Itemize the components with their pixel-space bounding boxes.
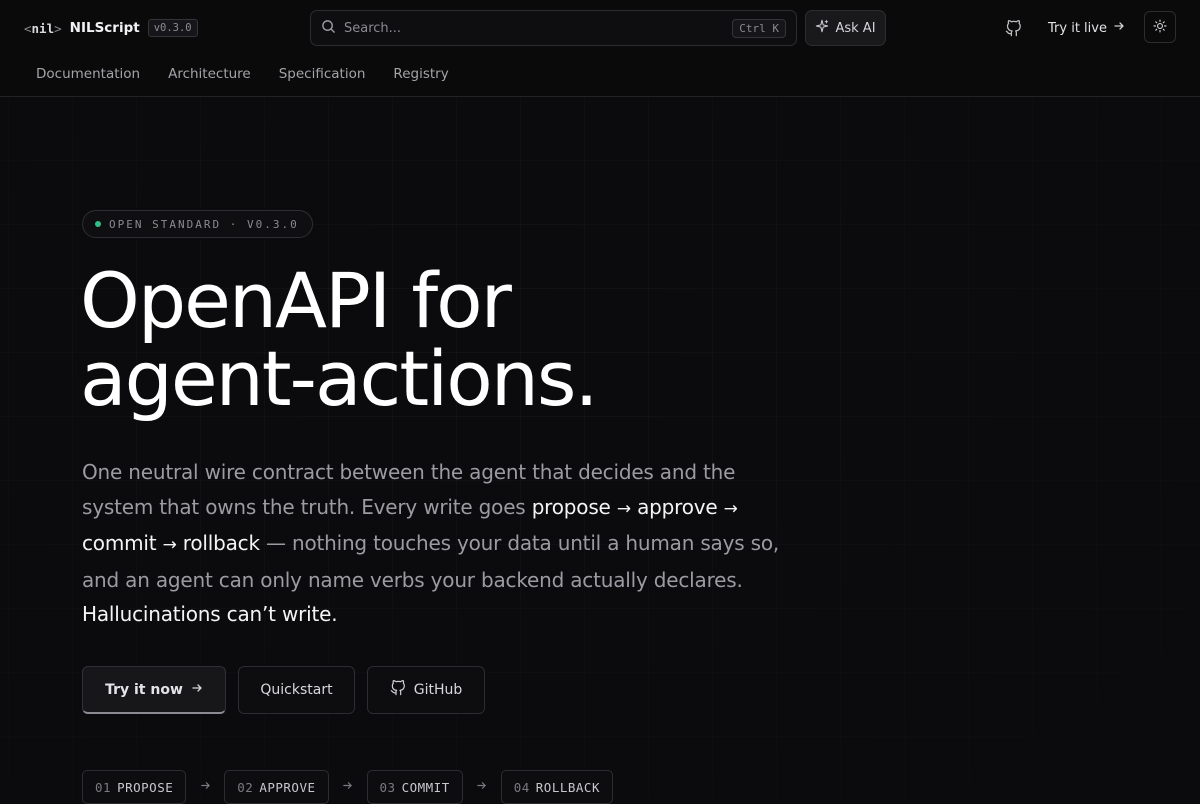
search-icon xyxy=(321,19,336,38)
arrow-right-icon xyxy=(463,780,501,795)
step-number: 02 xyxy=(237,779,254,795)
arrow-right-icon xyxy=(1113,20,1125,36)
github-icon xyxy=(390,680,406,700)
step-number: 01 xyxy=(95,779,112,795)
verb-approve: approve xyxy=(637,494,718,519)
arrow-icon: → xyxy=(723,498,738,519)
verb-propose: propose xyxy=(531,494,611,519)
quickstart-button[interactable]: Quickstart xyxy=(238,666,355,714)
search-placeholder: Search... xyxy=(344,20,402,36)
version-badge: v0.3.0 xyxy=(147,19,198,37)
arrow-icon: → xyxy=(616,498,631,519)
arrow-right-icon xyxy=(191,682,203,698)
search-shortcut: Ctrl K xyxy=(732,18,786,38)
nav-item-architecture[interactable]: Architecture xyxy=(168,66,251,82)
github-button[interactable]: GitHub xyxy=(367,666,485,714)
ask-ai-label: Ask AI xyxy=(835,20,876,36)
github-icon[interactable] xyxy=(1002,17,1024,39)
hero-title: OpenAPI for agent-actions. xyxy=(80,262,880,418)
try-it-now-button[interactable]: Try it now xyxy=(82,666,226,714)
nav-item-specification[interactable]: Specification xyxy=(279,66,366,82)
nav-item-registry[interactable]: Registry xyxy=(393,66,448,82)
sparkle-icon xyxy=(815,19,829,37)
step-number: 03 xyxy=(379,779,396,795)
try-it-now-label: Try it now xyxy=(105,681,183,698)
primary-nav: Documentation Architecture Specification… xyxy=(36,66,449,82)
arrow-right-icon xyxy=(186,780,224,795)
open-standard-badge: OPEN STANDARD · V0.3.0 xyxy=(82,210,313,238)
try-it-live-label: Try it live xyxy=(1048,20,1107,36)
search-input[interactable]: Search... Ctrl K xyxy=(310,10,797,46)
verb-commit: commit xyxy=(82,531,157,555)
nav-item-documentation[interactable]: Documentation xyxy=(36,66,140,82)
step-approve: 02 APPROVE xyxy=(224,770,329,804)
brand-name: NILScript xyxy=(69,20,140,36)
ask-ai-button[interactable]: Ask AI xyxy=(805,10,886,46)
step-rollback: 04 ROLLBACK xyxy=(500,770,613,804)
step-commit: 03 COMMIT xyxy=(366,770,463,804)
badge-label: OPEN STANDARD · V0.3.0 xyxy=(109,217,299,231)
lifecycle-steps: 01 PROPOSE 02 APPROVE 03 COMMIT 04 ROLLB… xyxy=(82,770,613,804)
step-propose: 01 PROPOSE xyxy=(82,770,187,804)
status-dot xyxy=(95,221,101,227)
step-label: ROLLBACK xyxy=(535,779,600,795)
quickstart-label: Quickstart xyxy=(260,682,333,698)
hero-title-line2: agent-actions. xyxy=(80,334,599,423)
verb-rollback: rollback xyxy=(182,531,260,555)
theme-toggle-button[interactable] xyxy=(1144,11,1176,43)
try-it-live-link[interactable]: Try it live xyxy=(1048,17,1125,39)
brand-logo-mark: <nil> xyxy=(24,20,62,36)
github-label: GitHub xyxy=(413,682,463,698)
sun-icon xyxy=(1153,18,1167,37)
brand[interactable]: <nil> NILScript v0.3.0 xyxy=(24,17,198,39)
step-number: 04 xyxy=(513,779,530,795)
arrow-icon: → xyxy=(162,535,177,555)
arrow-right-icon xyxy=(329,780,367,795)
top-header: <nil> NILScript v0.3.0 Search... Ctrl K … xyxy=(0,0,1200,97)
hero-description: One neutral wire contract between the ag… xyxy=(82,455,802,632)
lede-emphasis: Hallucinations can’t write. xyxy=(82,602,338,626)
step-label: COMMIT xyxy=(401,779,450,795)
step-label: PROPOSE xyxy=(117,779,174,795)
step-label: APPROVE xyxy=(259,779,316,795)
hero-title-line1: OpenAPI for xyxy=(80,256,512,345)
